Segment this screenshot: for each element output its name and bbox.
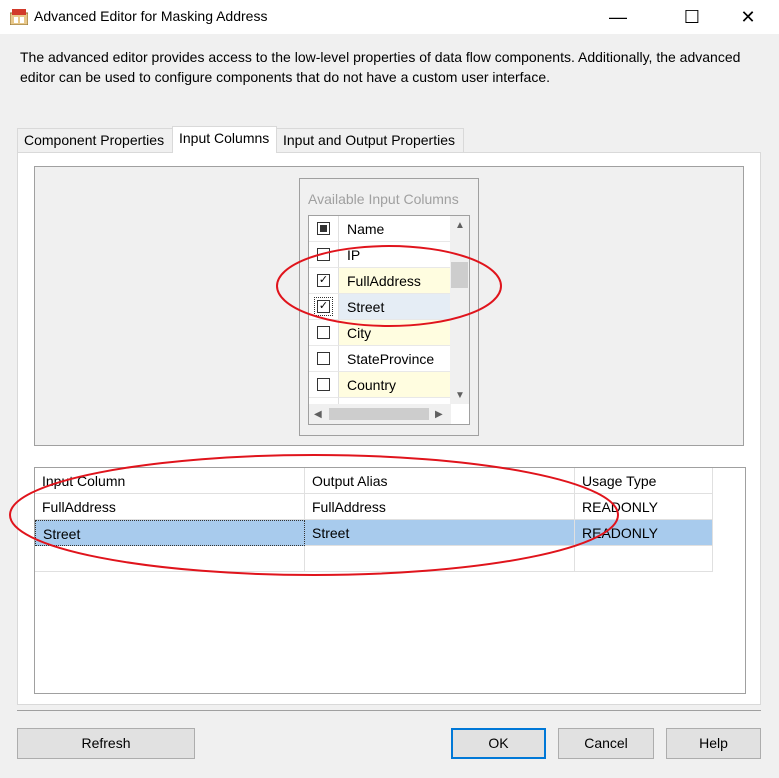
description-text: The advanced editor provides access to t… [20, 49, 741, 85]
header-output-alias[interactable]: Output Alias [305, 468, 575, 494]
column-name: Street [339, 294, 451, 320]
scroll-up-icon[interactable]: ▲ [455, 220, 465, 231]
help-button[interactable]: Help [666, 728, 761, 759]
ok-button[interactable]: OK [451, 728, 546, 759]
column-checkbox[interactable]: ✓ [314, 297, 333, 316]
usage-type-cell[interactable]: READONLY [575, 494, 713, 520]
header-input-column[interactable]: Input Column [35, 468, 305, 494]
table-row[interactable]: FullAddress FullAddress READONLY [35, 494, 713, 520]
input-column-cell[interactable] [35, 546, 305, 572]
column-name: City [339, 320, 451, 346]
header-usage-type[interactable]: Usage Type [575, 468, 713, 494]
table-row[interactable]: Street Street READONLY [35, 520, 713, 546]
horizontal-scroll-thumb[interactable] [329, 408, 429, 420]
cancel-button[interactable]: Cancel [558, 728, 654, 759]
select-all-checkbox[interactable] [317, 222, 330, 235]
grid-header-row: Input Column Output Alias Usage Type [35, 468, 713, 494]
column-checkbox[interactable] [317, 352, 330, 365]
list-item[interactable]: ✓ FullAddress [309, 268, 451, 294]
output-alias-cell[interactable]: Street [305, 520, 575, 546]
column-checkbox[interactable] [317, 248, 330, 261]
table-row-empty[interactable] [35, 546, 713, 572]
tab-input-output-properties[interactable]: Input and Output Properties [276, 128, 464, 152]
input-column-cell[interactable]: Street [35, 520, 305, 546]
list-item[interactable]: City [309, 320, 451, 346]
separator [17, 710, 761, 711]
usage-type-cell[interactable]: READONLY [575, 520, 713, 546]
maximize-button[interactable]: ☐ [669, 0, 715, 34]
list-header: Name [309, 216, 451, 242]
output-alias-cell[interactable] [305, 546, 575, 572]
available-columns-list: Name IP ✓ FullAddress ✓ Street City Stat… [308, 215, 470, 425]
scroll-down-icon[interactable]: ▼ [455, 390, 465, 401]
app-icon [10, 9, 28, 25]
title-bar: Advanced Editor for Masking Address — ☐ … [0, 0, 779, 34]
input-column-cell[interactable]: FullAddress [35, 494, 305, 520]
list-item[interactable]: IP [309, 242, 451, 268]
column-name: Country [339, 372, 451, 398]
columns-grid: Input Column Output Alias Usage Type Ful… [34, 467, 746, 694]
output-alias-cell[interactable]: FullAddress [305, 494, 575, 520]
column-name: FullAddress [339, 268, 451, 294]
window-title: Advanced Editor for Masking Address [34, 8, 268, 24]
scroll-right-icon[interactable]: ▶ [435, 409, 443, 420]
scroll-left-icon[interactable]: ◀ [314, 409, 322, 420]
column-name: IP [339, 242, 451, 268]
available-columns-title: Available Input Columns [308, 191, 459, 207]
list-item[interactable]: Country [309, 372, 451, 398]
vertical-scroll-thumb[interactable] [451, 262, 468, 288]
minimize-button[interactable]: — [595, 0, 641, 34]
tab-input-columns[interactable]: Input Columns [172, 126, 277, 153]
column-name: StateProvince [339, 346, 451, 372]
list-item[interactable]: ✓ Street [309, 294, 451, 320]
list-item[interactable]: StateProvince [309, 346, 451, 372]
column-checkbox[interactable] [317, 378, 330, 391]
vertical-scrollbar[interactable] [450, 216, 469, 404]
usage-type-cell[interactable] [575, 546, 713, 572]
name-header: Name [339, 216, 451, 242]
refresh-button[interactable]: Refresh [17, 728, 195, 759]
column-checkbox[interactable]: ✓ [317, 274, 330, 287]
close-button[interactable]: ✕ [725, 0, 771, 34]
tab-component-properties[interactable]: Component Properties [17, 128, 173, 152]
column-checkbox[interactable] [317, 326, 330, 339]
